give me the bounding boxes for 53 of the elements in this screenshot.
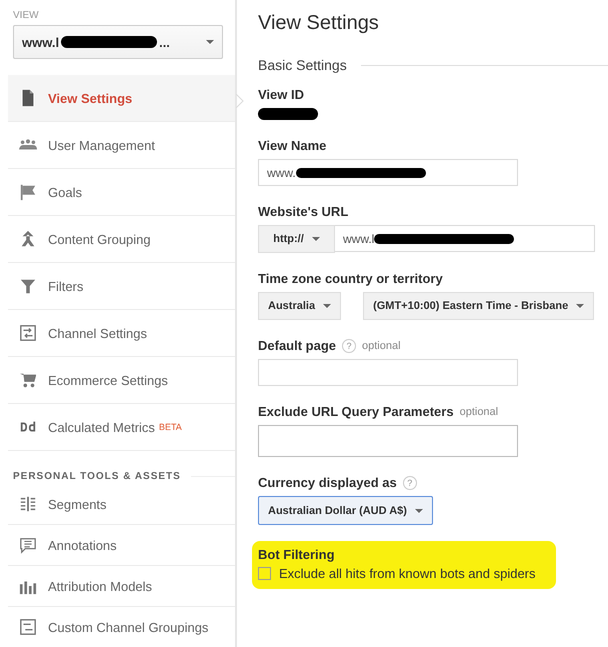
channel-icon: [19, 618, 37, 636]
view-dropdown[interactable]: www.l ...: [13, 25, 223, 59]
caret-icon: [323, 304, 332, 308]
sidebar-item[interactable]: Goals: [8, 169, 235, 216]
redaction-mark: [258, 108, 318, 120]
help-icon[interactable]: ?: [342, 338, 356, 352]
sidebar-item[interactable]: Content Grouping: [8, 216, 235, 263]
view-label: VIEW: [13, 10, 40, 21]
website-url-field[interactable]: www.l: [335, 225, 595, 252]
optional-note: optional: [460, 406, 498, 418]
segments-icon: [19, 495, 37, 513]
sidebar-item[interactable]: Custom Channel Groupings: [8, 607, 235, 647]
currency-dropdown[interactable]: Australian Dollar (AUD A$): [258, 496, 433, 525]
caret-icon: [312, 237, 320, 241]
field-label: Default page: [258, 338, 336, 353]
sidebar-item[interactable]: Attribution Models: [8, 566, 235, 607]
field-label: Bot Filtering: [258, 547, 336, 562]
section-heading: Basic Settings: [258, 57, 347, 73]
section-heading: PERSONAL TOOLS & ASSETS: [13, 471, 181, 482]
field-label: View ID: [258, 87, 306, 102]
sidebar-item[interactable]: Calculated Metrics BETA: [8, 404, 235, 451]
checkbox[interactable]: [258, 567, 271, 580]
optional-note: optional: [362, 340, 401, 352]
filter-icon: [19, 277, 37, 295]
field-label: View Name: [258, 138, 328, 153]
query-parameters-field[interactable]: [258, 425, 518, 457]
sidebar-item[interactable]: Ecommerce Settings: [8, 357, 235, 404]
country-dropdown[interactable]: Australia: [258, 292, 342, 320]
channel-icon: [19, 324, 37, 342]
time-zone-dropdown[interactable]: (GMT+10:00) Eastern Time - Brisbane: [363, 292, 594, 320]
sidebar-item[interactable]: View Settings: [8, 75, 235, 122]
caret-icon: [576, 304, 584, 308]
default-page-field[interactable]: [258, 359, 518, 386]
sidebar-item[interactable]: Channel Settings: [8, 310, 235, 357]
merge-icon: [19, 230, 37, 248]
sidebar-item[interactable]: Segments: [8, 484, 235, 525]
field-label: Currency displayed as: [258, 475, 397, 490]
view-name-field[interactable]: www.: [258, 159, 518, 186]
field-label: Time zone country or territory: [258, 271, 444, 286]
sidebar-item[interactable]: User Management: [8, 122, 235, 169]
cart-icon: [19, 371, 37, 389]
protocol-dropdown[interactable]: http://: [258, 225, 335, 253]
comment-icon: [19, 536, 37, 554]
sidebar-item[interactable]: Annotations: [8, 525, 235, 566]
flag-icon: [19, 183, 37, 201]
field-label: Exclude URL Query Parameters: [258, 404, 454, 419]
checkbox-label: Exclude all hits from known bots and spiders: [279, 566, 536, 581]
beta-label: BETA: [158, 422, 182, 432]
sidebar-item[interactable]: Filters: [8, 263, 235, 310]
page-title: View Settings: [258, 12, 380, 35]
caret-icon: [414, 508, 423, 512]
caret-icon: [206, 40, 214, 44]
field-label: Website's URL: [258, 204, 350, 219]
